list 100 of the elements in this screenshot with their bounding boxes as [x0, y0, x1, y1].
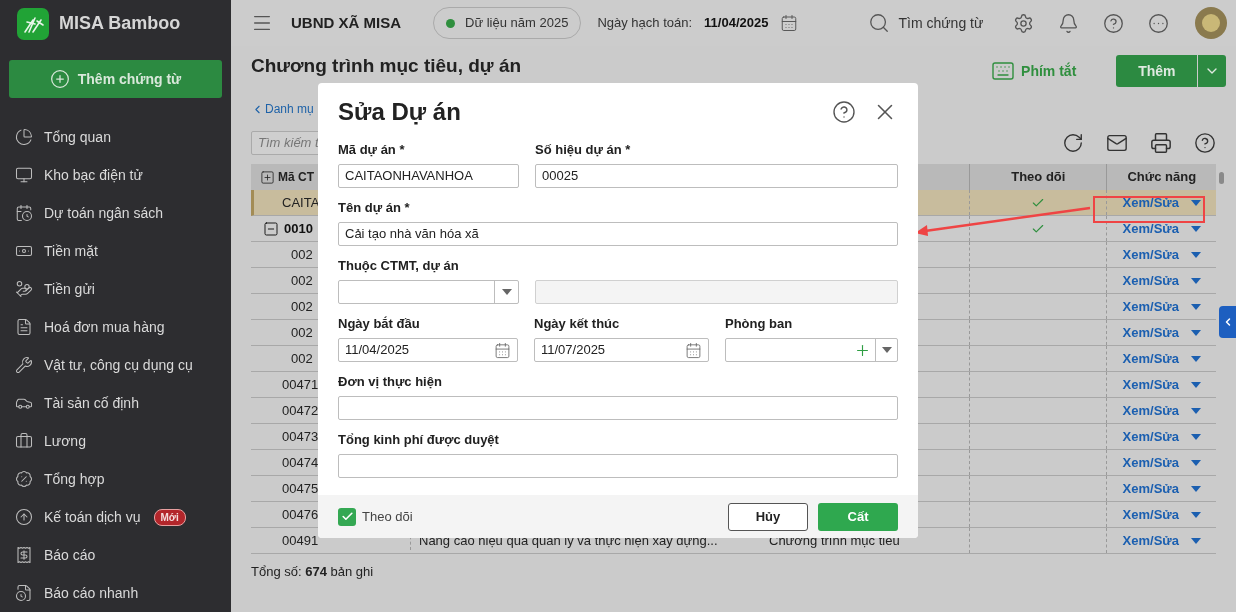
cancel-button[interactable]: Hủy: [728, 502, 808, 531]
column-header: Mã CT: [278, 169, 314, 186]
add-button[interactable]: Thêm: [1116, 55, 1198, 87]
field-label: Số hiệu dự án *: [535, 141, 632, 159]
sidebar-item[interactable]: Vật tư, công cụ dụng cụ: [0, 346, 231, 384]
more-icon[interactable]: [1148, 12, 1170, 34]
view-edit-link[interactable]: Xem/Sửa: [1122, 296, 1179, 317]
sidebar-label: Tổng hợp: [44, 469, 105, 489]
view-edit-link[interactable]: Xem/Sửa: [1122, 218, 1179, 239]
caret-icon: [1191, 303, 1201, 310]
caret-icon: [1191, 277, 1201, 284]
field-label: Ngày kết thúc: [534, 315, 621, 333]
view-edit-link[interactable]: Xem/Sửa: [1122, 478, 1179, 499]
approved-budget-field[interactable]: [338, 454, 898, 478]
calendar-icon[interactable]: [685, 341, 702, 359]
code-cell-text: 00472: [282, 401, 319, 420]
view-edit-link[interactable]: Xem/Sửa: [1122, 322, 1179, 343]
add-dropdown-button[interactable]: [1198, 55, 1227, 87]
settings-icon[interactable]: [1013, 12, 1035, 34]
sidebar-item[interactable]: Tiền gửi: [0, 270, 231, 308]
receipt-icon: [15, 546, 33, 564]
print-icon[interactable]: [1150, 132, 1173, 154]
view-edit-link[interactable]: Xem/Sửa: [1122, 270, 1179, 291]
code-cell-text: 00471: [282, 375, 319, 394]
caret-icon: [1191, 511, 1201, 518]
dialog-title: Sửa Dự án: [338, 96, 461, 127]
project-name-field[interactable]: Cải tạo nhà văn hóa xã: [338, 222, 898, 246]
project-number-field[interactable]: 00025: [535, 164, 898, 188]
sidebar-item[interactable]: Báo cáo: [0, 536, 231, 574]
sidebar-item[interactable]: Tổng quan: [0, 118, 231, 156]
help-icon[interactable]: [832, 99, 856, 124]
sidebar-label: Báo cáo nhanh: [44, 583, 139, 603]
code-cell-text: CAITA: [282, 193, 320, 212]
sidebar-item[interactable]: Kế toán dịch vụ Mới: [0, 498, 231, 536]
sidebar-item[interactable]: Kho bạc điện tử: [0, 156, 231, 194]
view-edit-link[interactable]: Xem/Sửa: [1122, 244, 1179, 265]
sidebar-label: Tài sản cố định: [44, 393, 139, 413]
caret-icon: [1191, 537, 1201, 544]
sidebar-item[interactable]: Dự toán ngân sách: [0, 194, 231, 232]
field-label: Mã dự án *: [338, 141, 406, 159]
sidebar-item[interactable]: Tổng hợp: [0, 460, 231, 498]
breadcrumb-link[interactable]: Danh mụ: [251, 100, 314, 118]
sidebar-item[interactable]: Tiền mặt: [0, 232, 231, 270]
field-label: Tên dự án *: [338, 199, 411, 217]
field-value: 11/07/2025: [541, 341, 606, 360]
view-edit-link[interactable]: Xem/Sửa: [1122, 400, 1179, 421]
start-date-field[interactable]: 11/04/2025: [338, 338, 518, 362]
collapse-icon[interactable]: [263, 220, 279, 237]
end-date-field[interactable]: 11/07/2025: [534, 338, 709, 362]
refresh-icon[interactable]: [1062, 132, 1085, 154]
field-value: 00025: [542, 167, 579, 186]
search-label: Tìm chứng từ: [898, 13, 984, 33]
caret-icon: [1191, 329, 1201, 336]
mail-icon[interactable]: [1106, 132, 1129, 154]
plus-circle-icon: [49, 69, 70, 90]
bell-icon[interactable]: [1058, 12, 1080, 34]
sidebar-item[interactable]: Hoá đơn mua hàng: [0, 308, 231, 346]
total-records: Tổng số: 674 bản ghi: [251, 563, 374, 582]
code-cell-text: 002: [291, 323, 313, 342]
help-icon[interactable]: [1194, 132, 1217, 154]
calendar-icon[interactable]: [494, 341, 511, 359]
caret-icon: [1191, 485, 1201, 492]
voucher-search[interactable]: Tìm chứng từ: [868, 12, 984, 34]
document-icon: [15, 318, 33, 336]
logo-icon: [17, 7, 49, 40]
calendar-icon[interactable]: [780, 14, 799, 32]
sidebar-label: Tiền gửi: [44, 279, 95, 299]
code-cell-text: 002: [291, 349, 313, 368]
posting-date-label: Ngày hạch toán:: [597, 14, 693, 33]
sidebar-item[interactable]: Báo cáo nhanh: [0, 574, 231, 612]
data-year-label: Dữ liệu năm 2025: [465, 14, 569, 33]
organization-name: UBND XÃ MISA: [291, 12, 401, 33]
code-cell-text: 0010: [284, 219, 313, 238]
sidebar-label: Lương: [44, 431, 86, 451]
view-edit-link[interactable]: Xem/Sửa: [1122, 374, 1179, 395]
executing-unit-field[interactable]: [338, 396, 898, 420]
caret-icon: [1191, 355, 1201, 362]
avatar[interactable]: [1195, 7, 1228, 39]
help-icon[interactable]: [1103, 12, 1125, 34]
view-edit-link[interactable]: Xem/Sửa: [1122, 530, 1179, 551]
project-code-field[interactable]: CAITAONHAVANHOA: [338, 164, 519, 188]
caret-icon: [1191, 407, 1201, 414]
column-header: Chức năng: [1127, 168, 1197, 187]
field-value: Cải tạo nhà văn hóa xã: [345, 225, 479, 244]
field-value: CAITAONHAVANHOA: [345, 167, 473, 186]
view-edit-link[interactable]: Xem/Sửa: [1122, 426, 1179, 447]
expand-all-icon[interactable]: [260, 169, 275, 185]
sidebar-item[interactable]: Lương: [0, 422, 231, 460]
hand-coins-icon: [15, 280, 33, 298]
view-edit-link[interactable]: Xem/Sửa: [1122, 504, 1179, 525]
sidebar-label: Kế toán dịch vụ: [44, 507, 141, 527]
view-edit-link[interactable]: Xem/Sửa: [1122, 348, 1179, 369]
app-name: MISA Bamboo: [59, 12, 181, 36]
code-cell-text: 00491: [282, 531, 319, 550]
follow-checkbox[interactable]: [338, 507, 356, 526]
sidebar-item[interactable]: Tài sản cố định: [0, 384, 231, 422]
field-label: Phòng ban: [725, 315, 794, 333]
view-edit-link[interactable]: Xem/Sửa: [1122, 452, 1179, 473]
monitor-icon: [15, 166, 33, 184]
side-panel-tab[interactable]: [1219, 306, 1236, 338]
